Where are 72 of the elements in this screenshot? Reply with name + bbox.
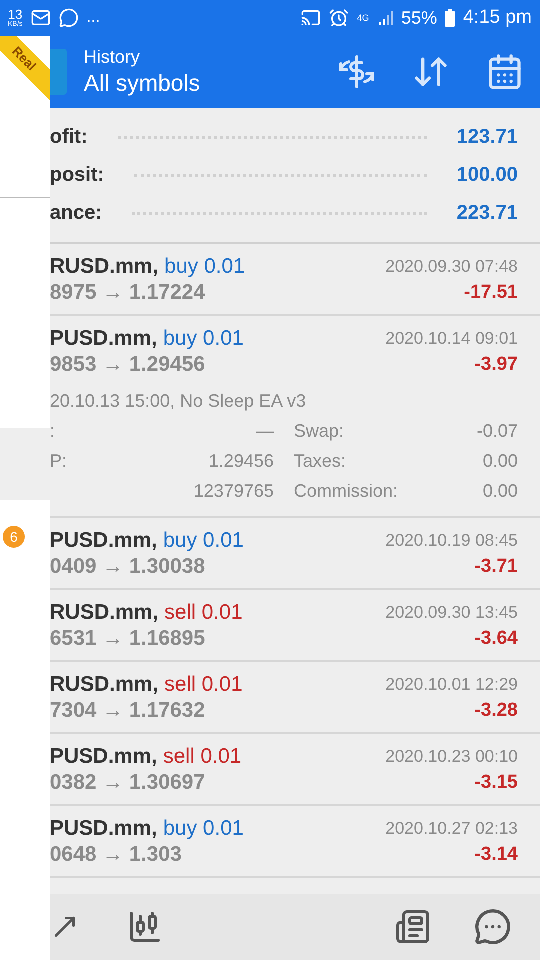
- profit: -3.15: [474, 771, 518, 795]
- profit: -3.14: [474, 843, 518, 867]
- symbol: RUSD.mm,: [50, 600, 159, 626]
- profit: -3.97: [474, 353, 518, 377]
- order-type: buy 0.01: [163, 816, 244, 842]
- summary-label: ance:: [50, 201, 102, 226]
- deal-time: 2020.10.01 12:29: [386, 674, 518, 696]
- chat-icon: [474, 908, 512, 946]
- order-type: buy 0.01: [164, 254, 246, 280]
- battery-icon: [445, 9, 456, 27]
- symbol: PUSD.mm,: [50, 528, 158, 554]
- price-range: 7304 → 1.17632: [50, 698, 206, 724]
- detail-label: Commission:: [294, 480, 398, 503]
- order-type: buy 0.01: [163, 528, 244, 554]
- symbol: RUSD.mm,: [50, 254, 159, 280]
- order-type: sell 0.01: [164, 672, 243, 698]
- cast-icon: [301, 8, 322, 28]
- alarm-icon: [329, 8, 350, 28]
- order-type: sell 0.01: [164, 600, 243, 626]
- screen-title: History: [84, 46, 142, 68]
- profit: -3.71: [474, 555, 518, 579]
- profit: -3.28: [474, 699, 518, 723]
- detail-value: —: [256, 420, 274, 443]
- detail-label: P:: [50, 450, 68, 473]
- profit: -17.51: [464, 281, 518, 305]
- summary-value: 100.00: [456, 163, 518, 188]
- detail-value: -0.07: [476, 420, 518, 443]
- deal-time: 2020.09.30 13:45: [386, 602, 518, 624]
- deal-time: 2020.09.30 07:48: [386, 256, 518, 278]
- summary-label: ofit:: [50, 125, 88, 150]
- deal-time: 2020.10.14 09:01: [386, 328, 518, 350]
- price-range: 0382 → 1.30697: [50, 770, 206, 796]
- mail-icon: [30, 8, 51, 28]
- symbol: PUSD.mm,: [50, 816, 158, 842]
- open-info: 20.10.13 15:00, No Sleep EA v3: [50, 390, 308, 413]
- summary-value: 223.71: [456, 201, 518, 226]
- more-notifications: ...: [86, 8, 100, 28]
- calendar-icon: [486, 53, 524, 91]
- detail-value: 0.00: [482, 480, 518, 503]
- symbol: RUSD.mm,: [50, 672, 159, 698]
- newspaper-icon: [395, 909, 431, 945]
- order-type: buy 0.01: [163, 326, 244, 352]
- battery-level: 55%: [401, 6, 438, 30]
- clock: 4:15 pm: [463, 6, 532, 30]
- price-range: 6531 → 1.16895: [50, 626, 206, 652]
- chat-bubble-icon: [58, 8, 79, 28]
- summary-value: 123.71: [456, 125, 518, 150]
- price-range: 0648 → 1.303: [50, 842, 183, 868]
- deal-time: 2020.10.23 00:10: [386, 746, 518, 768]
- detail-label: :: [50, 420, 56, 443]
- detail-label: Taxes:: [294, 450, 346, 473]
- detail-label: Swap:: [294, 420, 344, 443]
- signal-icon: [377, 10, 394, 26]
- network-type: 4G: [357, 14, 370, 22]
- dollar-arrows-icon: [337, 54, 377, 90]
- detail-value: 0.00: [482, 450, 518, 473]
- order-type: sell 0.01: [163, 744, 242, 770]
- count-badge: 6: [3, 526, 25, 548]
- deal-time: 2020.10.19 08:45: [386, 530, 518, 552]
- symbol: PUSD.mm,: [50, 326, 158, 352]
- network-speed: 13: [8, 8, 23, 21]
- price-range: 9853 → 1.29456: [50, 352, 206, 378]
- deal-time: 2020.10.27 02:13: [386, 818, 518, 840]
- detail-value: 1.29456: [208, 450, 274, 473]
- summary-label: posit:: [50, 163, 104, 188]
- detail-value: 12379765: [194, 480, 274, 503]
- screen-subtitle: All symbols: [84, 69, 200, 98]
- price-range: 0409 → 1.30038: [50, 554, 206, 580]
- price-range: 8975 → 1.17224: [50, 280, 206, 306]
- symbol: PUSD.mm,: [50, 744, 158, 770]
- candlestick-icon: [127, 909, 163, 945]
- profit: -3.64: [474, 627, 518, 651]
